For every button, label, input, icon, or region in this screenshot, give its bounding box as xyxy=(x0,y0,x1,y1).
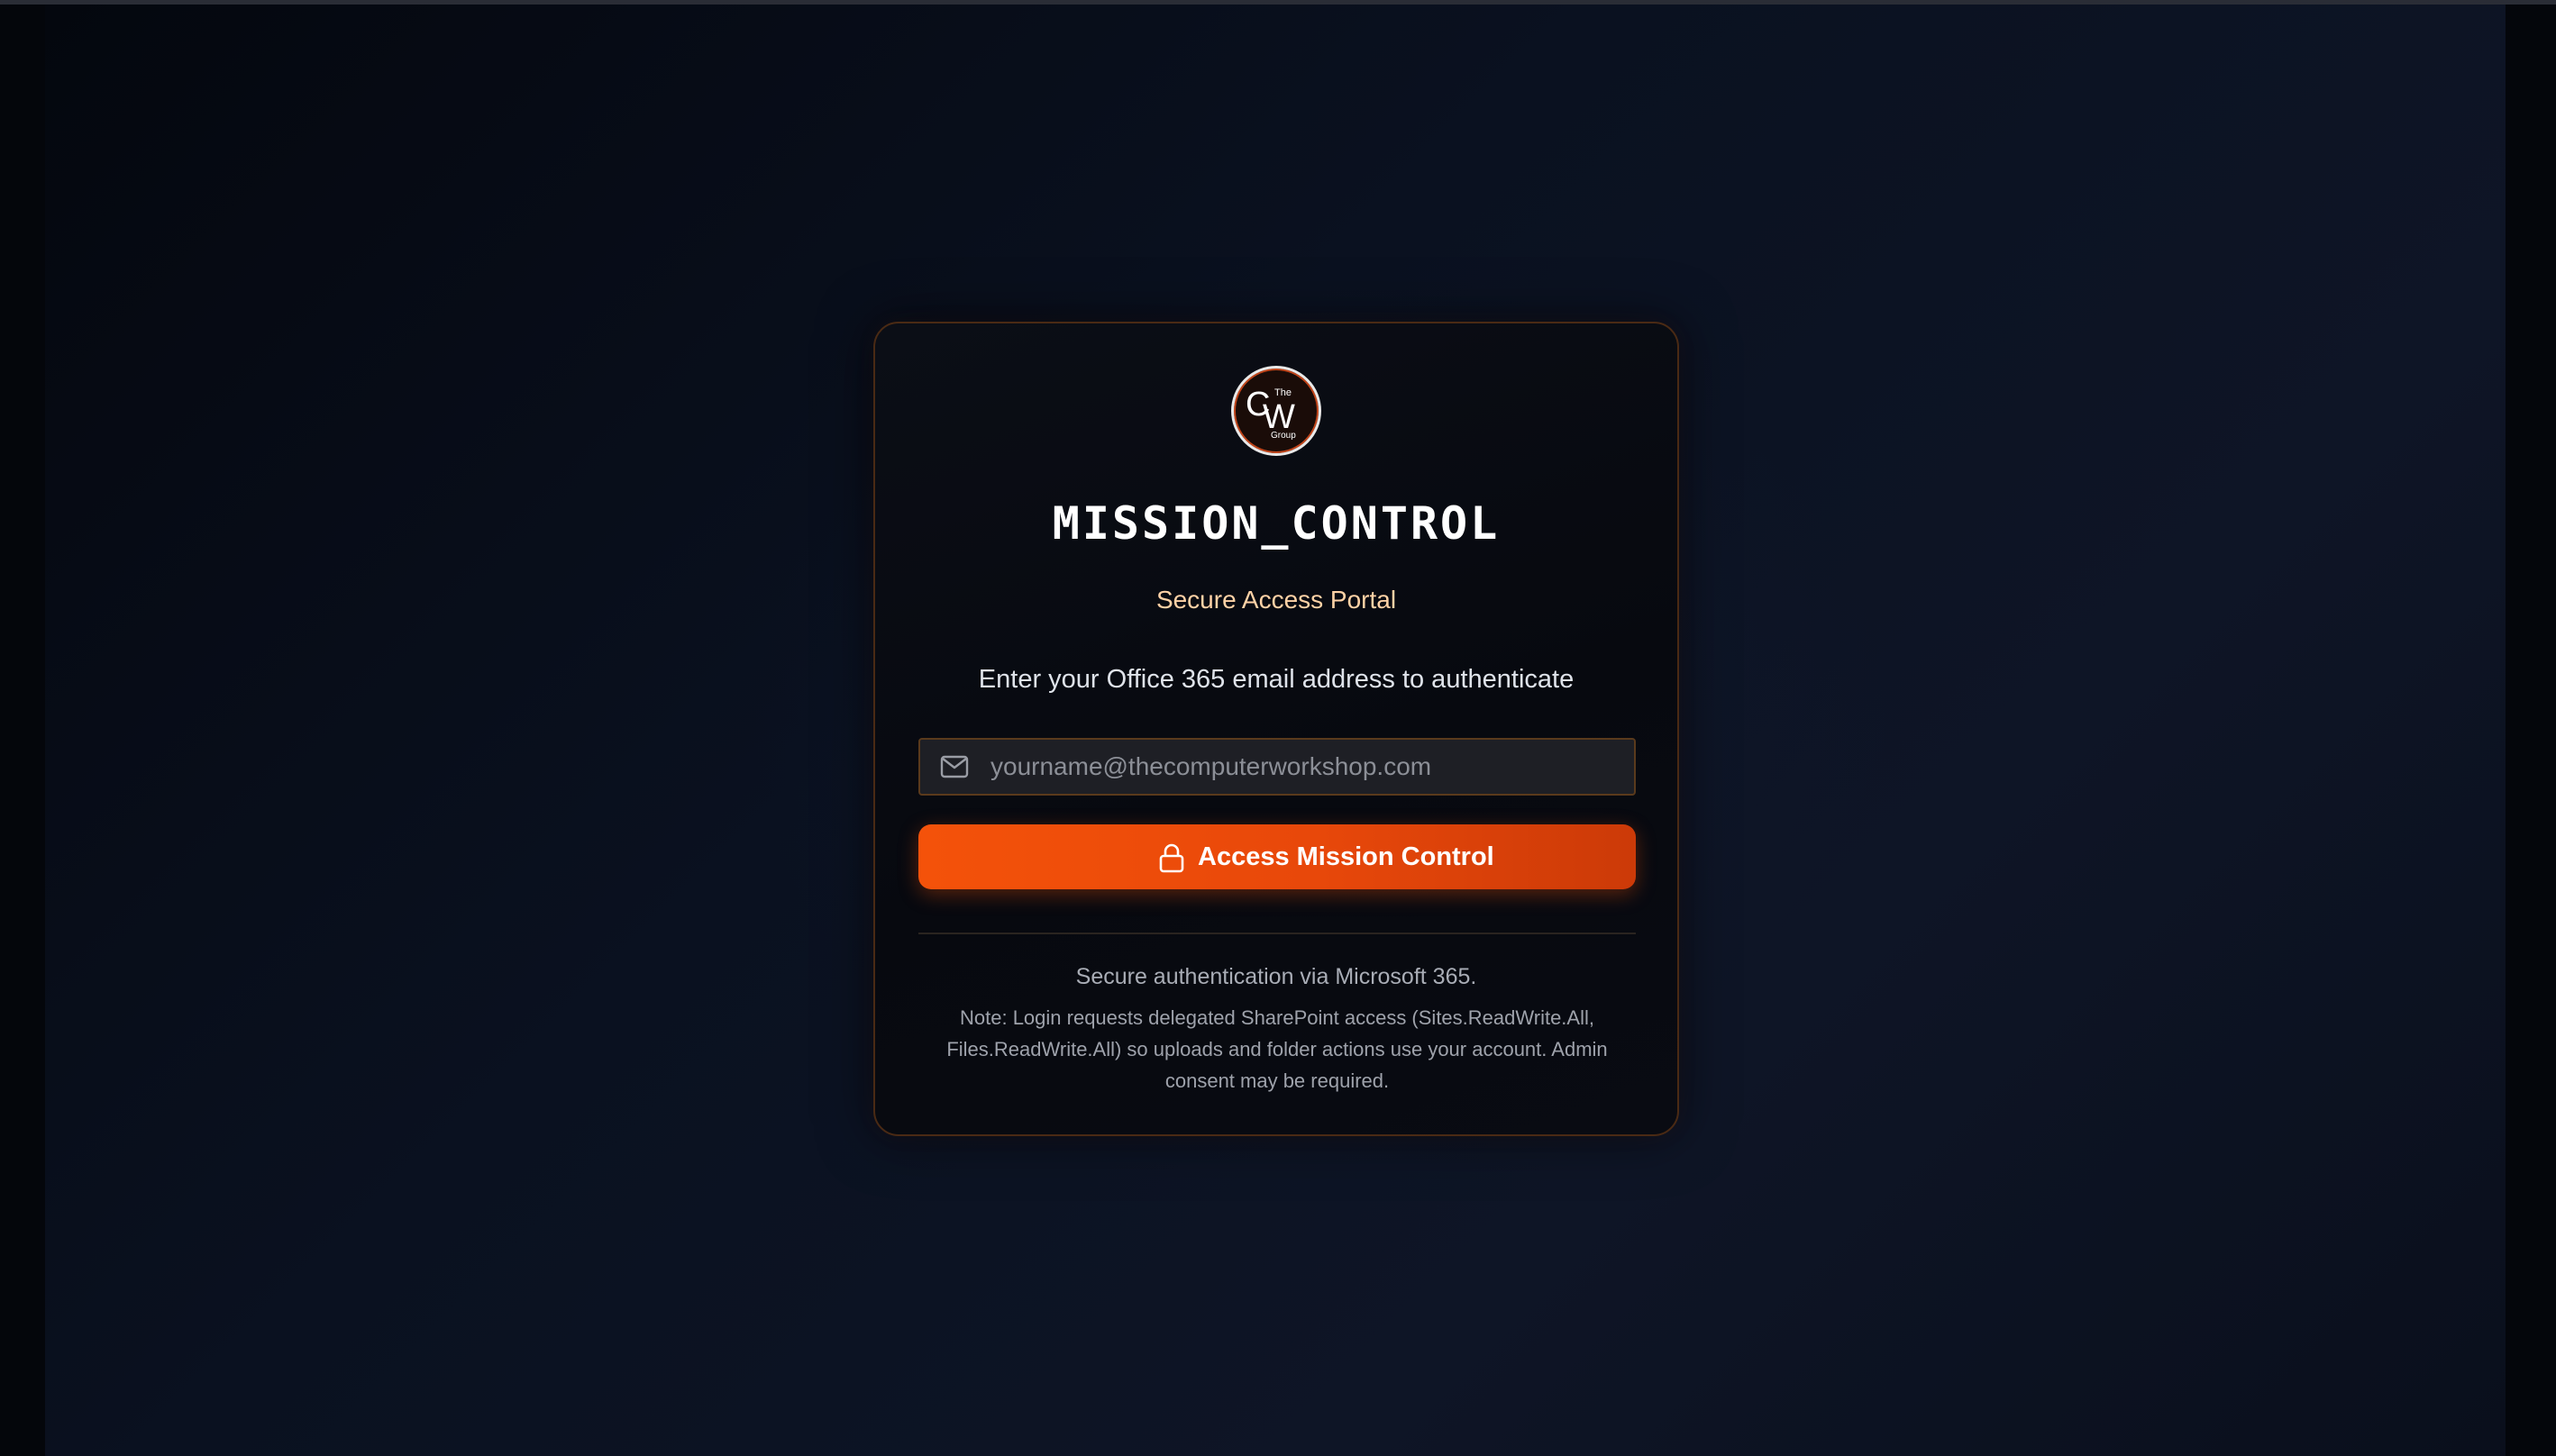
submit-button-label: Access Mission Control xyxy=(1198,842,1494,871)
login-instruction: Enter your Office 365 email address to a… xyxy=(978,665,1575,694)
divider xyxy=(918,933,1636,934)
auth-note-text: Note: Login requests delegated SharePoin… xyxy=(946,1006,1608,1092)
page-subtitle: Secure Access Portal xyxy=(1155,586,1397,614)
logo-mark: C The Group W xyxy=(1246,386,1296,441)
lock-icon xyxy=(1159,843,1184,873)
logo-top-text: The xyxy=(1274,387,1292,398)
auth-info-text: Secure authentication via Microsoft 365. xyxy=(1075,964,1477,989)
email-field[interactable] xyxy=(918,738,1636,796)
access-mission-control-button[interactable]: Access Mission Control xyxy=(918,824,1636,889)
window-right-edge xyxy=(2506,5,2556,1456)
email-input[interactable] xyxy=(990,740,1621,794)
company-logo: C The Group W xyxy=(1231,366,1321,456)
login-card: C The Group W MISSION_CONTROL Secure Acc… xyxy=(873,322,1679,1136)
window-left-edge xyxy=(0,5,45,1456)
page-title: MISSION_CONTROL xyxy=(1052,497,1501,550)
mail-icon xyxy=(940,755,969,778)
logo-initial-w: W xyxy=(1263,398,1295,436)
